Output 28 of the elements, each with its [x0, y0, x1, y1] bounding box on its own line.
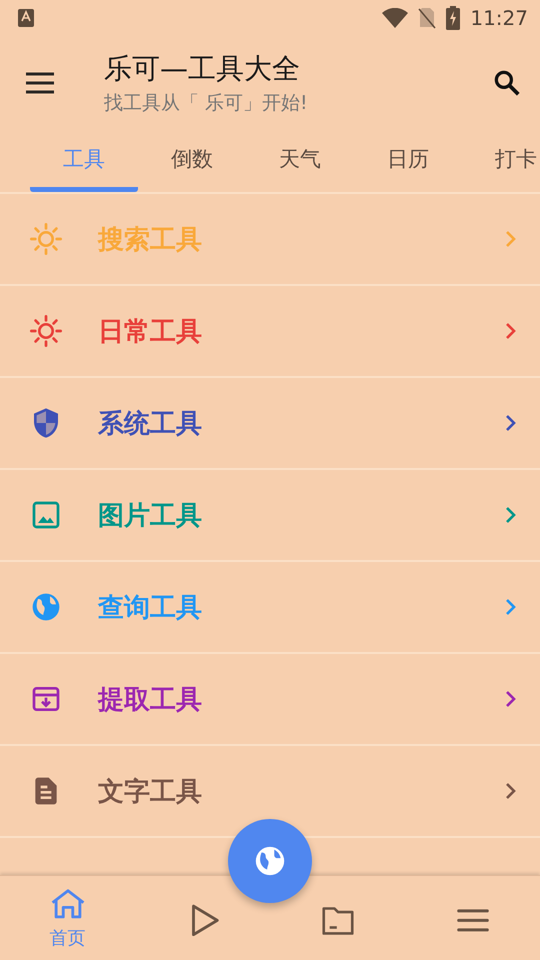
chevron-icon: [504, 597, 518, 617]
tool-list-item[interactable]: 提取工具: [0, 654, 540, 746]
chevron-icon: [504, 413, 518, 433]
app-subtitle: 找工具从「 乐可」开始!: [104, 91, 309, 116]
app-title: 乐可—工具大全: [104, 51, 301, 87]
globe-icon: [253, 844, 287, 878]
tab[interactable]: 工具: [30, 130, 138, 192]
status-time: 11:27: [470, 6, 528, 30]
tab[interactable]: 打卡: [462, 130, 540, 192]
chevron-icon: [504, 689, 518, 709]
battery-icon: [446, 6, 460, 30]
tool-list-item[interactable]: 日常工具: [0, 286, 540, 378]
chevron-icon: [504, 229, 518, 249]
menu-button[interactable]: [24, 71, 56, 95]
chevron-icon: [504, 781, 518, 801]
tool-list-item[interactable]: 系统工具: [0, 378, 540, 470]
nav-home-button[interactable]: 首页: [0, 876, 135, 960]
search-button[interactable]: [492, 68, 522, 98]
tab[interactable]: 天气: [246, 130, 354, 192]
wifi-icon: [382, 8, 408, 28]
no-sim-icon: [418, 7, 436, 29]
tab[interactable]: 倒数: [138, 130, 246, 192]
globe-fab-button[interactable]: [228, 819, 312, 903]
keyboard-icon: [18, 9, 34, 27]
chevron-icon: [504, 321, 518, 341]
chevron-icon: [504, 505, 518, 525]
tool-list-item[interactable]: 图片工具: [0, 470, 540, 562]
tab[interactable]: 日历: [354, 130, 462, 192]
